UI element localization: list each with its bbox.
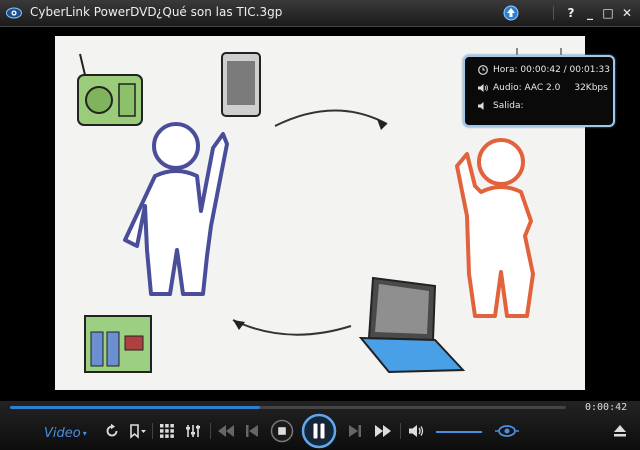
eye-icon <box>495 425 519 437</box>
rewind-icon <box>218 425 234 437</box>
newspaper-drawing <box>84 315 152 373</box>
osd-audio-label: Audio: AAC 2.0 <box>493 83 561 93</box>
next-icon <box>349 425 361 437</box>
osd-audio-bitrate: 32Kbps <box>574 83 608 93</box>
arrow-bottom-drawing <box>232 319 352 336</box>
app-title: CyberLink PowerDVD <box>30 5 157 19</box>
separator <box>400 423 401 439</box>
title-bar: CyberLink PowerDVD ¿Qué son las TIC.3gp … <box>0 0 640 27</box>
speaker-icon <box>477 83 489 93</box>
separator <box>152 423 153 439</box>
bookmark-button[interactable] <box>127 420 149 442</box>
pause-icon <box>301 413 337 449</box>
repeat-button[interactable] <box>103 420 121 442</box>
repeat-icon <box>106 423 118 437</box>
next-button[interactable] <box>346 420 364 442</box>
dropdown-arrow-icon: ▾ <box>82 428 87 438</box>
control-bar: 0:00:42 Video ▾ <box>0 401 640 450</box>
stop-icon <box>270 419 294 443</box>
true-theater-button[interactable] <box>492 420 522 442</box>
osd-audio-row: Audio: AAC 2.0 32Kbps <box>477 83 608 94</box>
fast-forward-button[interactable] <box>372 420 394 442</box>
pause-button[interactable] <box>301 413 337 449</box>
maximize-button[interactable]: □ <box>600 4 616 22</box>
settings-button[interactable] <box>184 420 202 442</box>
previous-button[interactable] <box>243 420 261 442</box>
osd-output-row: Salida: <box>477 101 524 112</box>
seek-bar[interactable] <box>10 406 566 409</box>
help-button[interactable]: ? <box>563 4 579 22</box>
osd-output-label: Salida: <box>493 101 524 111</box>
osd-time-label: Hora: 00:00:42 / 00:01:33 <box>493 65 610 75</box>
clock-icon <box>477 65 489 75</box>
phone-drawing <box>221 52 261 117</box>
upgrade-arrow-icon[interactable] <box>503 5 519 21</box>
eject-button[interactable] <box>610 420 630 442</box>
file-title: ¿Qué son las TIC.3gp <box>156 5 283 19</box>
stop-button[interactable] <box>270 419 294 443</box>
separator <box>210 423 211 439</box>
equalizer-icon <box>186 425 200 437</box>
person-right-drawing <box>455 138 535 318</box>
arrow-top-drawing <box>274 109 388 130</box>
bookmark-icon <box>130 424 146 439</box>
seek-bar-fill <box>10 406 261 409</box>
info-osd: Hora: 00:00:42 / 00:01:33 Audio: AAC 2.0… <box>463 55 615 127</box>
video-menu-label: Video <box>44 425 81 441</box>
chapters-button[interactable] <box>158 420 176 442</box>
close-button[interactable]: ✕ <box>619 4 635 22</box>
person-left-drawing <box>123 122 229 296</box>
volume-icon <box>409 425 424 437</box>
mute-button[interactable] <box>406 420 428 442</box>
previous-icon <box>246 425 258 437</box>
minimize-button[interactable]: _ <box>582 4 598 22</box>
fast-forward-icon <box>375 425 391 437</box>
speaker-output-icon <box>477 101 489 111</box>
title-separator <box>553 6 554 20</box>
laptop-drawing <box>358 276 466 374</box>
radio-drawing <box>77 53 143 126</box>
eject-icon <box>614 425 626 437</box>
video-menu-button[interactable]: Video ▾ <box>44 422 87 444</box>
rewind-button[interactable] <box>216 420 236 442</box>
volume-slider[interactable] <box>436 431 482 433</box>
elapsed-time: 0:00:42 <box>585 402 628 413</box>
grid-icon <box>160 424 174 438</box>
powerdvd-logo-icon <box>6 7 22 19</box>
osd-time-row: Hora: 00:00:42 / 00:01:33 <box>477 65 610 76</box>
